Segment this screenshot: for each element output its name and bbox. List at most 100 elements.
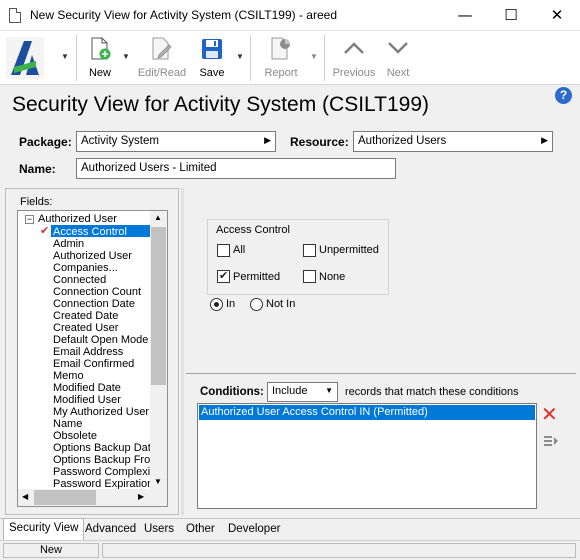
tab-developer[interactable]: Developer <box>223 520 285 540</box>
conditions-mode-select[interactable]: Include ▼ <box>267 382 338 402</box>
toolbar-separator <box>76 35 77 81</box>
tree-item[interactable]: Connected <box>53 274 106 286</box>
next-button[interactable]: Next <box>380 34 416 82</box>
toolbar: ▼ New ▼ Edit/Read Save ▼ Report ▼ Previo… <box>0 31 580 85</box>
name-label: Name: <box>19 162 56 176</box>
tree-item[interactable]: Companies... <box>53 262 118 274</box>
tree-item[interactable]: Modified Date <box>53 382 121 394</box>
access-control-title: Access Control <box>216 224 290 236</box>
tree-item[interactable]: Connection Count <box>53 286 141 298</box>
panel-splitter[interactable] <box>181 188 184 515</box>
tree-item[interactable]: My Authorized User <box>53 406 149 418</box>
not-in-label: Not In <box>266 298 296 310</box>
name-input[interactable]: Authorized Users - Limited <box>76 158 396 179</box>
new-button[interactable]: New <box>82 34 118 82</box>
tree-item[interactable]: Email Address <box>53 346 123 358</box>
tree-vertical-scrollbar[interactable]: ▲ ▼ <box>150 211 167 491</box>
report-label: Report <box>264 67 298 79</box>
collapse-icon[interactable]: − <box>25 215 34 224</box>
tree-item[interactable]: Access Control <box>53 226 127 238</box>
scroll-up-icon[interactable]: ▲ <box>154 213 162 222</box>
tree-item[interactable]: Modified User <box>53 394 121 406</box>
previous-button[interactable]: Previous <box>330 34 378 82</box>
help-icon[interactable]: ? <box>555 87 572 104</box>
triangle-right-icon: ▶ <box>541 135 548 145</box>
edit-read-label: Edit/Read <box>137 67 187 79</box>
document-icon <box>9 8 21 23</box>
scroll-down-icon[interactable]: ▼ <box>154 477 162 486</box>
minimize-button[interactable]: — <box>442 0 488 31</box>
permitted-checkbox[interactable] <box>217 269 230 283</box>
resource-value: Authorized Users <box>358 135 447 147</box>
chevron-down-icon: ▼ <box>325 386 333 395</box>
package-select[interactable]: Activity System ▶ <box>76 131 276 152</box>
new-label: New <box>88 67 111 79</box>
edit-condition-icon[interactable] <box>543 433 559 449</box>
none-checkbox[interactable] <box>303 270 316 283</box>
package-label: Package: <box>19 135 72 149</box>
window-title: New Security View for Activity System (C… <box>30 8 337 22</box>
condition-row[interactable]: Authorized User Access Control IN (Permi… <box>199 405 535 420</box>
close-button[interactable]: ✕ <box>534 0 580 31</box>
tab-other[interactable]: Other <box>181 520 220 540</box>
triangle-right-icon: ▶ <box>264 135 271 145</box>
conditions-list[interactable]: Authorized User Access Control IN (Permi… <box>197 403 537 509</box>
title-bar: New Security View for Activity System (C… <box>0 0 580 31</box>
app-menu-dropdown-icon[interactable]: ▼ <box>61 52 69 61</box>
conditions-label: Conditions: <box>200 386 264 398</box>
scroll-left-icon[interactable]: ◀ <box>22 492 28 501</box>
check-icon: ✔ <box>40 224 50 237</box>
report-icon <box>271 37 290 60</box>
save-dropdown-icon[interactable]: ▼ <box>236 52 244 61</box>
maximize-button[interactable]: ☐ <box>488 0 534 31</box>
unpermitted-label: Unpermitted <box>319 244 379 256</box>
permitted-label: Permitted <box>233 271 281 283</box>
in-radio[interactable] <box>210 298 223 311</box>
tree-item[interactable]: Admin <box>53 238 84 250</box>
edit-document-icon <box>152 37 172 60</box>
all-checkbox[interactable] <box>217 244 230 257</box>
toolbar-separator <box>250 35 251 81</box>
save-button[interactable]: Save <box>194 34 230 82</box>
tree-item[interactable]: Authorized User <box>53 250 132 262</box>
resource-select[interactable]: Authorized Users ▶ <box>353 131 553 152</box>
tab-advanced[interactable]: Advanced <box>80 520 141 540</box>
scroll-thumb[interactable] <box>151 227 166 385</box>
scroll-right-icon[interactable]: ▶ <box>138 492 144 501</box>
unpermitted-checkbox[interactable] <box>303 244 316 257</box>
report-button[interactable]: Report <box>258 34 304 82</box>
in-label: In <box>226 298 236 310</box>
report-dropdown-icon[interactable]: ▼ <box>310 52 318 61</box>
fields-tree[interactable]: − Authorized User ✔ Access Control Admin A… <box>17 210 168 507</box>
tree-item[interactable]: Password Complexity <box>53 466 159 478</box>
tree-item[interactable]: Created User <box>53 322 118 334</box>
tree-item[interactable]: Name <box>53 418 82 430</box>
tree-item[interactable]: Created Date <box>53 310 118 322</box>
tree-item[interactable]: Connection Date <box>53 298 135 310</box>
tree-item[interactable]: Options Backup From <box>53 454 159 466</box>
save-label: Save <box>199 67 225 79</box>
tree-item[interactable]: Default Open Mode <box>53 334 148 346</box>
not-in-radio[interactable] <box>250 298 263 311</box>
all-label: All <box>233 244 246 256</box>
app-menu-button[interactable] <box>6 37 44 79</box>
tree-root[interactable]: Authorized User <box>38 213 117 225</box>
save-disk-icon <box>202 39 222 59</box>
tab-users[interactable]: Users <box>139 520 179 540</box>
conditions-suffix: records that match these conditions <box>345 386 519 398</box>
toolbar-separator <box>324 35 325 81</box>
tree-horizontal-scrollbar[interactable]: ◀ ▶ <box>18 489 167 506</box>
scroll-thumb[interactable] <box>34 490 96 505</box>
tree-item[interactable]: Obsolete <box>53 430 97 442</box>
tab-security-view[interactable]: Security View <box>3 518 85 540</box>
tree-item[interactable]: Options Backup Date <box>53 442 157 454</box>
conditions-mode-value: Include <box>272 385 308 397</box>
tree-item[interactable]: Memo <box>53 370 84 382</box>
edit-read-button[interactable]: Edit/Read <box>134 34 190 82</box>
new-document-icon <box>91 37 111 60</box>
resource-label: Resource: <box>290 135 349 149</box>
tree-item[interactable]: Email Confirmed <box>53 358 134 370</box>
new-dropdown-icon[interactable]: ▼ <box>122 52 130 61</box>
none-label: None <box>319 271 346 283</box>
delete-condition-icon[interactable]: ✕ <box>541 404 558 424</box>
